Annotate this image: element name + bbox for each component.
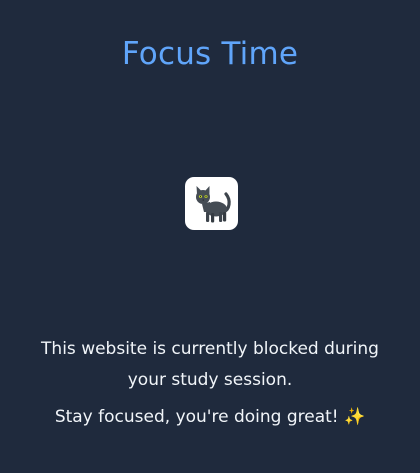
page-title: Focus Time: [121, 36, 299, 72]
sparkles-icon: ✨: [344, 407, 366, 427]
blocked-message: This website is currently blocked during…: [41, 339, 379, 390]
encouragement-text: Stay focused, you're doing great! ✨: [20, 403, 400, 431]
black-cat-icon: [185, 177, 238, 230]
encouragement-label: Stay focused, you're doing great!: [54, 407, 339, 427]
blocked-page: Focus Time This website is currently blo…: [0, 0, 420, 473]
